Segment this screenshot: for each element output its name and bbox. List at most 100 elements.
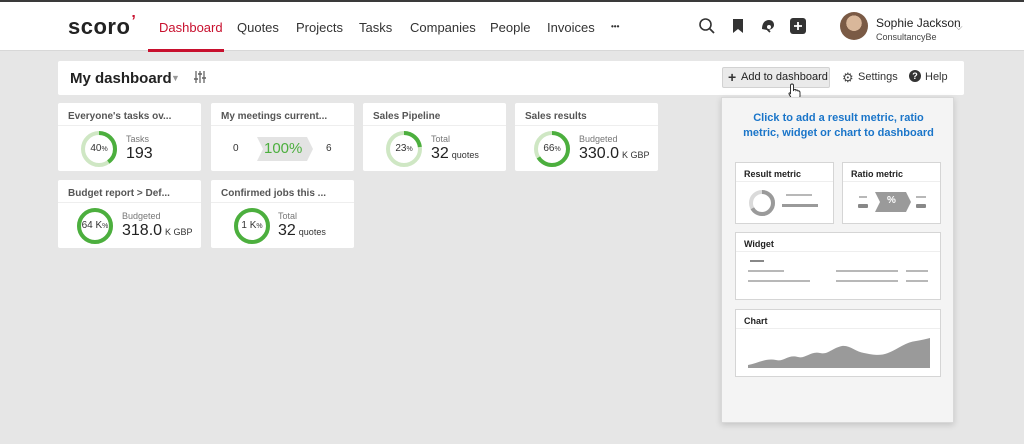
help-label: Help xyxy=(925,71,948,83)
gear-icon: ⚙ xyxy=(842,70,854,85)
nav-invoices[interactable]: Invoices xyxy=(547,20,595,35)
metric-number: 318.0 xyxy=(122,222,163,239)
nav-people[interactable]: People xyxy=(490,20,530,35)
placeholder-line xyxy=(748,270,784,272)
help-button[interactable]: ? Help xyxy=(909,70,948,83)
divider xyxy=(736,181,833,182)
sliders-icon[interactable] xyxy=(193,70,207,84)
ring-label: 1 K% xyxy=(233,220,271,231)
metric-unit: K GBP xyxy=(622,150,650,160)
add-button-label: Add to dashboard xyxy=(741,71,828,83)
add-to-dashboard-panel: Click to add a result metric, ratio metr… xyxy=(721,97,954,423)
placeholder-line xyxy=(916,196,926,198)
chevron-down-icon[interactable]: ⌵ xyxy=(955,22,963,33)
avatar[interactable] xyxy=(840,12,868,40)
ratio-symbol: % xyxy=(887,195,896,206)
ring-label: 23% xyxy=(385,143,423,154)
placeholder-line xyxy=(916,204,926,208)
metric-card-sales-results[interactable]: Sales results 66% Budgeted 330.0 K GBP xyxy=(515,103,658,171)
card-title: Budget report > Def... xyxy=(68,188,170,199)
ring-unit: % xyxy=(102,223,109,230)
add-to-dashboard-button[interactable]: + Add to dashboard xyxy=(722,67,830,88)
metric-value: 32 quotes xyxy=(278,222,326,240)
ratio-metric-option[interactable]: Ratio metric % xyxy=(842,162,941,224)
result-metric-ring-icon xyxy=(749,190,775,216)
metric-label: Total xyxy=(278,211,298,221)
metric-card-sales-pipeline[interactable]: Sales Pipeline 23% Total 32 quotes xyxy=(363,103,506,171)
placeholder-line xyxy=(750,260,764,262)
nav-companies[interactable]: Companies xyxy=(410,20,476,35)
placeholder-line xyxy=(859,196,867,198)
card-title: My meetings current... xyxy=(221,111,328,122)
card-title: Sales results xyxy=(525,111,587,122)
metric-label: Budgeted xyxy=(122,211,161,221)
tile-title: Chart xyxy=(744,316,768,326)
placeholder-line xyxy=(836,280,898,282)
metric-unit: quotes xyxy=(451,150,479,160)
ring-unit: % xyxy=(554,146,561,153)
placeholder-line xyxy=(836,270,898,272)
metric-value: 193 xyxy=(126,145,153,163)
help-icon: ? xyxy=(909,70,921,82)
metric-unit: quotes xyxy=(298,227,326,237)
placeholder-line xyxy=(858,204,868,208)
metric-card-budget-report[interactable]: Budget report > Def... 64 K% Budgeted 31… xyxy=(58,180,201,248)
nav-dashboard[interactable]: Dashboard xyxy=(159,20,223,35)
metric-card-confirmed-jobs[interactable]: Confirmed jobs this ... 1 K% Total 32 quo… xyxy=(211,180,354,248)
search-icon[interactable] xyxy=(698,17,716,35)
metric-number: 330.0 xyxy=(579,145,620,162)
ring-value: 23 xyxy=(395,143,407,154)
ratio-percent: 100% xyxy=(264,140,303,157)
nav-projects[interactable]: Projects xyxy=(296,20,343,35)
card-title: Confirmed jobs this ... xyxy=(221,188,327,199)
divider xyxy=(58,125,201,126)
ring-label: 64 K% xyxy=(76,220,114,231)
widget-option[interactable]: Widget xyxy=(735,232,941,300)
add-icon[interactable] xyxy=(789,17,807,35)
ring-value: 64 K xyxy=(81,220,103,231)
chart-option[interactable]: Chart xyxy=(735,309,941,377)
nav-more[interactable]: ••• xyxy=(611,22,619,31)
settings-button[interactable]: ⚙ Settings xyxy=(842,70,898,85)
metric-unit: K GBP xyxy=(165,227,193,237)
tile-title: Result metric xyxy=(744,169,802,179)
settings-label: Settings xyxy=(858,71,898,83)
divider xyxy=(363,125,506,126)
notifications-icon[interactable] xyxy=(759,17,777,35)
placeholder-line xyxy=(748,280,810,282)
page-title[interactable]: My dashboard xyxy=(70,70,172,87)
area-chart-icon xyxy=(748,338,930,368)
nav-tasks[interactable]: Tasks xyxy=(359,20,392,35)
divider xyxy=(211,202,354,203)
placeholder-line xyxy=(906,280,928,282)
caret-down-icon[interactable]: ▼ xyxy=(171,73,180,83)
tile-title: Ratio metric xyxy=(851,169,904,179)
placeholder-line xyxy=(782,204,818,207)
ratio-left-value: 0 xyxy=(233,143,239,154)
ring-label: 66% xyxy=(533,143,571,154)
metric-label: Budgeted xyxy=(579,134,618,144)
ring-value: 66 xyxy=(543,143,555,154)
ring-unit: % xyxy=(101,146,108,153)
divider xyxy=(515,125,658,126)
result-metric-option[interactable]: Result metric xyxy=(735,162,834,224)
nav-quotes[interactable]: Quotes xyxy=(237,20,279,35)
ring-value: 40 xyxy=(90,143,102,154)
bookmark-icon[interactable] xyxy=(729,17,747,35)
ring-unit: % xyxy=(256,223,263,230)
metric-card-tasks[interactable]: Everyone's tasks ov... 40% Tasks 193 xyxy=(58,103,201,171)
main-navbar: scoro’ Dashboard Quotes Projects Tasks C… xyxy=(0,2,1024,52)
divider xyxy=(843,181,940,182)
card-title: Everyone's tasks ov... xyxy=(68,111,172,122)
plus-icon: + xyxy=(728,69,737,85)
scoro-logo[interactable]: scoro’ xyxy=(68,13,136,40)
metric-card-meetings[interactable]: My meetings current... 0 100% 6 xyxy=(211,103,354,171)
placeholder-line xyxy=(786,194,812,196)
divider xyxy=(736,251,940,252)
ring-value: 1 K xyxy=(241,220,257,231)
logo-text: scoro xyxy=(68,14,131,39)
user-name[interactable]: Sophie Jackson xyxy=(876,16,961,30)
placeholder-line xyxy=(906,270,928,272)
metric-number: 32 xyxy=(431,145,449,162)
ring-label: 40% xyxy=(80,143,118,154)
